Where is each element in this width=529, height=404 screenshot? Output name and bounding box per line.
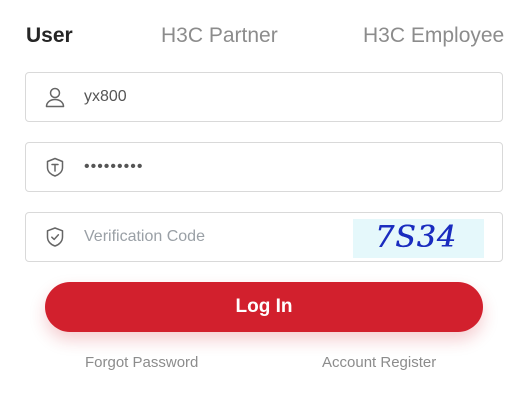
login-button[interactable]: Log In (45, 282, 483, 332)
forgot-password-link[interactable]: Forgot Password (85, 353, 198, 373)
verification-code-input[interactable] (84, 223, 374, 251)
tab-user[interactable]: User (26, 22, 73, 50)
tab-h3c-partner[interactable]: H3C Partner (161, 22, 278, 50)
shield-check-icon (43, 225, 67, 249)
captcha-text: 7S34 (375, 220, 457, 255)
verification-field: 7S34 (25, 212, 503, 262)
account-register-link[interactable]: Account Register (322, 353, 436, 373)
username-field (25, 72, 503, 122)
tab-h3c-employee[interactable]: H3C Employee (363, 22, 504, 50)
captcha-image[interactable]: 7S34 (353, 219, 484, 258)
login-type-tabs: User H3C Partner H3C Employee (0, 0, 529, 72)
username-input[interactable] (84, 83, 484, 111)
lock-icon (43, 155, 67, 179)
password-input[interactable] (84, 153, 484, 181)
password-field (25, 142, 503, 192)
user-icon (43, 85, 67, 109)
